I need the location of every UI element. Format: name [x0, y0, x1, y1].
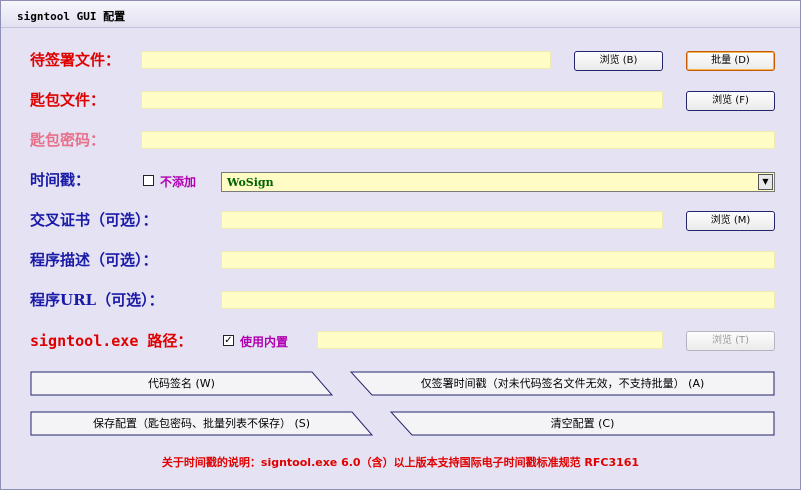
browse-key-file-button[interactable]: 浏览 (F) — [686, 91, 775, 111]
browse-signtool-button[interactable]: 浏览 (T) — [686, 331, 775, 351]
timestamp-only-label: 仅签署时间戳（对未代码签名文件无效，不支持批量） (A) — [420, 377, 705, 390]
cross-cert-label: 交叉证书（可选）： — [30, 211, 158, 229]
clear-config-button[interactable]: 清空配置 (C) — [390, 411, 775, 436]
save-config-label: 保存配置（匙包密码、批量列表不保存） (S) — [92, 417, 311, 430]
cross-cert-input[interactable] — [221, 211, 663, 229]
signtool-path-label: signtool.exe 路径： — [30, 332, 193, 350]
clear-config-label: 清空配置 (C) — [550, 417, 615, 430]
signtool-path-input[interactable] — [317, 331, 663, 349]
sign-code-button[interactable]: 代码签名 (W) — [30, 371, 333, 396]
no-timestamp-checkbox[interactable] — [143, 175, 154, 186]
save-config-button[interactable]: 保存配置（匙包密码、批量列表不保存） (S) — [30, 411, 373, 436]
program-url-input[interactable] — [221, 291, 775, 309]
timestamp-note: 关于时间戳的说明：signtool.exe 6.0（含）以上版本支持国际电子时间… — [161, 456, 640, 469]
dropdown-arrow-icon[interactable]: ▼ — [758, 174, 773, 190]
browse-cross-cert-button[interactable]: 浏览 (M) — [686, 211, 775, 231]
title-bar: signtool GUI 配置 — [1, 1, 800, 28]
no-timestamp-label: 不添加 — [160, 175, 197, 189]
key-file-label: 匙包文件： — [30, 91, 106, 109]
program-url-label: 程序URL（可选）： — [30, 291, 164, 309]
use-builtin-checkbox[interactable]: ✓ — [223, 335, 234, 346]
description-input[interactable] — [221, 251, 775, 269]
description-label: 程序描述（可选）： — [30, 251, 158, 269]
timestamp-only-button[interactable]: 仅签署时间戳（对未代码签名文件无效，不支持批量） (A) — [350, 371, 775, 396]
key-password-input[interactable] — [141, 131, 775, 149]
browse-file-button[interactable]: 浏览 (B) — [574, 51, 663, 71]
batch-button[interactable]: 批量 (D) — [686, 51, 775, 71]
timestamp-server-value: WoSign — [227, 176, 274, 189]
key-password-label: 匙包密码： — [30, 131, 106, 149]
sign-code-label: 代码签名 (W) — [148, 377, 215, 390]
file-to-sign-label: 待签署文件： — [30, 51, 121, 69]
timestamp-server-select[interactable]: WoSign ▼ — [221, 172, 775, 192]
file-to-sign-input[interactable] — [141, 51, 551, 69]
window-title: signtool GUI 配置 — [17, 10, 126, 23]
use-builtin-label: 使用内置 — [240, 335, 289, 349]
key-file-input[interactable] — [141, 91, 663, 109]
timestamp-label: 时间戳： — [30, 171, 91, 189]
